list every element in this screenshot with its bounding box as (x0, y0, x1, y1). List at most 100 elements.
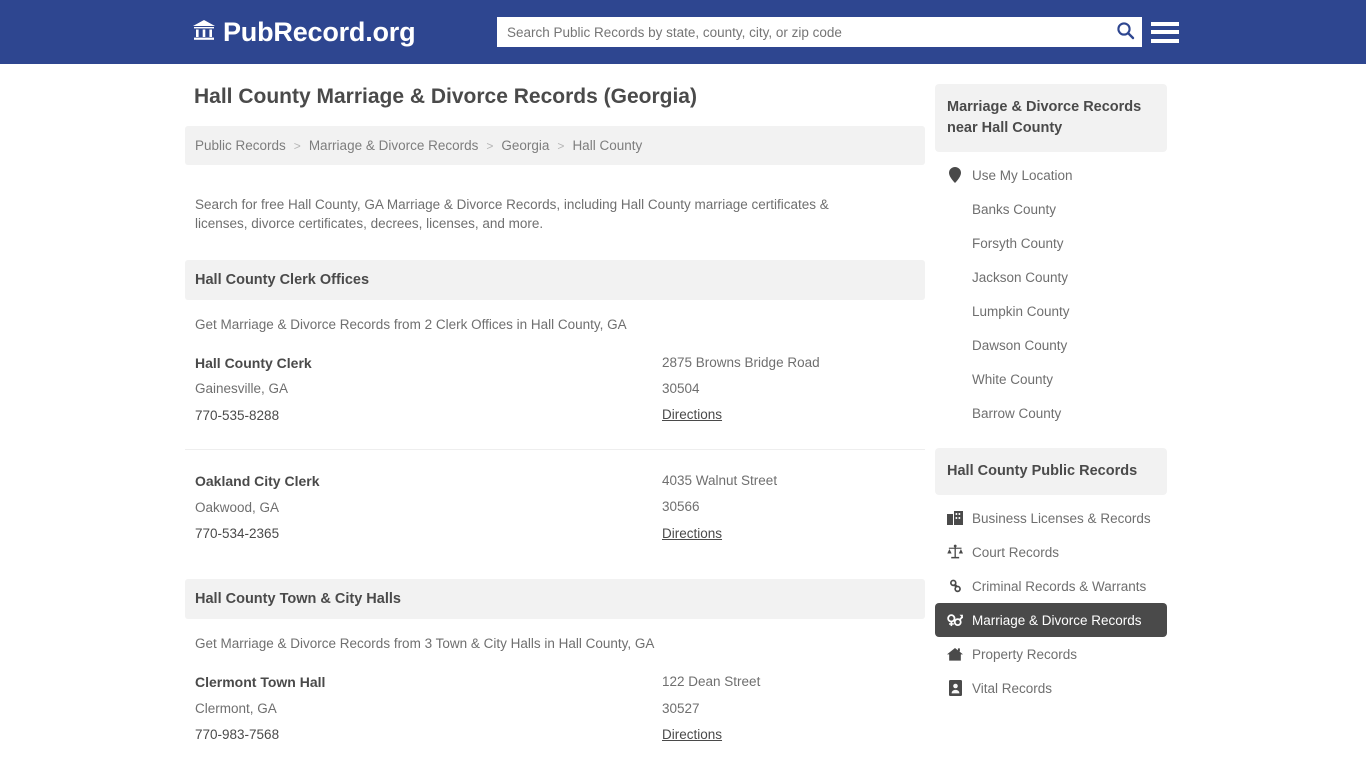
handcuffs-icon (947, 578, 963, 594)
no-icon (947, 201, 963, 217)
sidebar-item-lumpkin-county[interactable]: Lumpkin County (935, 294, 1167, 328)
search-bar (497, 17, 1142, 47)
office-entry-left: Oakland City Clerk Oakwood, GA 770-534-236… (195, 468, 662, 547)
scales-icon (947, 544, 963, 560)
search-input[interactable] (497, 18, 1108, 46)
intro-text: Search for free Hall County, GA Marriage… (195, 196, 829, 232)
office-entry: Clermont Town Hall Clermont, GA 770-983-75… (185, 651, 925, 754)
sidebar-item-label: Court Records (972, 544, 1060, 560)
sidebar-item-forsyth-county[interactable]: Forsyth County (935, 226, 1167, 260)
list-item: Vital Records (935, 671, 1167, 705)
breadcrumb-item[interactable]: Georgia (501, 138, 549, 153)
office-city-state: Gainesville, GA (195, 381, 289, 397)
sidebar-item-vital-records[interactable]: Vital Records (935, 671, 1167, 705)
office-entry-right: 2875 Browns Bridge Road 30504 Directions (662, 350, 915, 429)
breadcrumb-separator: > (557, 138, 565, 153)
office-name: Clermont Town Hall (195, 674, 326, 691)
list-item: Criminal Records & Warrants (935, 569, 1167, 603)
breadcrumb-item[interactable]: Marriage & Divorce Records (309, 138, 479, 153)
office-address: 122 Dean Street (662, 674, 761, 690)
list-item: Dawson County (935, 328, 1167, 362)
hamburger-menu-icon-bar (1151, 30, 1179, 34)
sidebar-item-label: Barrow County (972, 405, 1062, 421)
sidebar-nearby-list: Use My Location Banks County Forsyth Count… (935, 158, 1167, 430)
office-name: Hall County Clerk (195, 354, 312, 371)
search-icon (1116, 21, 1135, 43)
office-zip: 30527 (662, 700, 700, 716)
office-phone[interactable]: 770-535-8288 (195, 408, 279, 423)
office-name: Oakland City Clerk (195, 473, 320, 490)
list-item: Marriage & Divorce Records (935, 603, 1167, 638)
office-phone[interactable]: 770-983-7568 (195, 727, 279, 742)
breadcrumb-item[interactable]: Hall County (572, 138, 642, 153)
list-item: Use My Location (935, 158, 1167, 192)
briefcase-icon (947, 510, 963, 526)
sidebar-item-label: Forsyth County (972, 235, 1064, 251)
list-item: Court Records (935, 535, 1167, 569)
office-entry-right: 4035 Walnut Street 30566 Directions (662, 468, 915, 547)
list-item: Banks County (935, 192, 1167, 226)
main-column: Hall County Marriage & Divorce Records (… (185, 84, 925, 768)
sidebar-item-court-records[interactable]: Court Records (935, 535, 1167, 569)
list-item: Forsyth County (935, 226, 1167, 260)
sidebar-item-use-my-location[interactable]: Use My Location (935, 158, 1167, 192)
office-address: 2875 Browns Bridge Road (662, 354, 820, 370)
breadcrumb-item[interactable]: Public Records (195, 138, 286, 153)
directions-link[interactable]: Directions (662, 722, 722, 748)
sidebar-item-barrow-county[interactable]: Barrow County (935, 396, 1167, 430)
sidebar-item-banks-county[interactable]: Banks County (935, 192, 1167, 226)
no-icon (947, 405, 963, 421)
no-icon (947, 371, 963, 387)
hamburger-menu-icon-bar (1151, 21, 1179, 26)
sidebar-item-label: Dawson County (972, 337, 1068, 353)
site-logo[interactable]: PubRecord.org (192, 18, 416, 46)
section-subtext: Get Marriage & Divorce Records from 3 To… (195, 636, 655, 652)
office-address: 4035 Walnut Street (662, 473, 778, 489)
breadcrumb-separator: > (486, 138, 494, 153)
page-body: Hall County Marriage & Divorce Records (… (0, 64, 1366, 768)
office-entry: Hall County Clerk Gainesville, GA 770-535-… (185, 332, 925, 435)
sidebar-item-criminal-records-warrants[interactable]: Criminal Records & Warrants (935, 569, 1167, 603)
page-title: Hall County Marriage & Divorce Records (… (194, 85, 697, 108)
content-container: Hall County Marriage & Divorce Records (… (185, 84, 1167, 768)
sidebar-item-label: Criminal Records & Warrants (972, 578, 1147, 594)
search-button[interactable] (1108, 18, 1142, 46)
office-city-state: Oakwood, GA (195, 499, 280, 515)
sidebar-item-label: Jackson County (972, 269, 1069, 285)
no-icon (947, 235, 963, 251)
sidebar-public-records-list: Business Licenses & Records Court Records… (935, 501, 1167, 705)
sidebar-item-jackson-county[interactable]: Jackson County (935, 260, 1167, 294)
sidebar-item-label: Lumpkin County (972, 303, 1070, 319)
home-icon (947, 646, 963, 662)
hamburger-menu-button[interactable] (1150, 17, 1180, 47)
sidebar-item-business-licenses-records[interactable]: Business Licenses & Records (935, 501, 1167, 535)
breadcrumb: Public Records > Marriage & Divorce Record… (185, 126, 925, 166)
sidebar-item-dawson-county[interactable]: Dawson County (935, 328, 1167, 362)
office-zip: 30504 (662, 381, 700, 397)
sidebar-item-label: Property Records (972, 646, 1078, 662)
no-icon (947, 303, 963, 319)
sidebar-item-marriage-divorce-records[interactable]: Marriage & Divorce Records (935, 603, 1167, 638)
hamburger-menu-icon-bar (1151, 38, 1179, 43)
office-entry-left: Clermont Town Hall Clermont, GA 770-983-75… (195, 669, 662, 748)
sidebar-item-property-records[interactable]: Property Records (935, 637, 1167, 671)
sidebar-item-white-county[interactable]: White County (935, 362, 1167, 396)
no-icon (947, 337, 963, 353)
sidebar-item-label: White County (972, 371, 1054, 387)
sidebar-item-label: Business Licenses & Records (972, 510, 1151, 526)
sidebar-nearby-title: Marriage & Divorce Records near Hall Cou… (935, 84, 1167, 153)
list-item: Property Records (935, 637, 1167, 671)
office-zip: 30566 (662, 499, 700, 515)
sidebar-item-label: Marriage & Divorce Records (972, 612, 1142, 628)
no-icon (947, 269, 963, 285)
sidebar-item-label: Use My Location (972, 167, 1073, 183)
list-item: Lumpkin County (935, 294, 1167, 328)
sidebar: Marriage & Divorce Records near Hall Cou… (935, 84, 1167, 705)
list-item: Barrow County (935, 396, 1167, 430)
sections-list: Hall County Clerk Offices Get Marriage & … (185, 259, 925, 768)
directions-link[interactable]: Directions (662, 402, 722, 428)
directions-link[interactable]: Directions (662, 521, 722, 547)
office-phone[interactable]: 770-534-2365 (195, 526, 279, 541)
sidebar-item-label: Banks County (972, 201, 1057, 217)
sidebar-item-label: Vital Records (972, 680, 1053, 696)
